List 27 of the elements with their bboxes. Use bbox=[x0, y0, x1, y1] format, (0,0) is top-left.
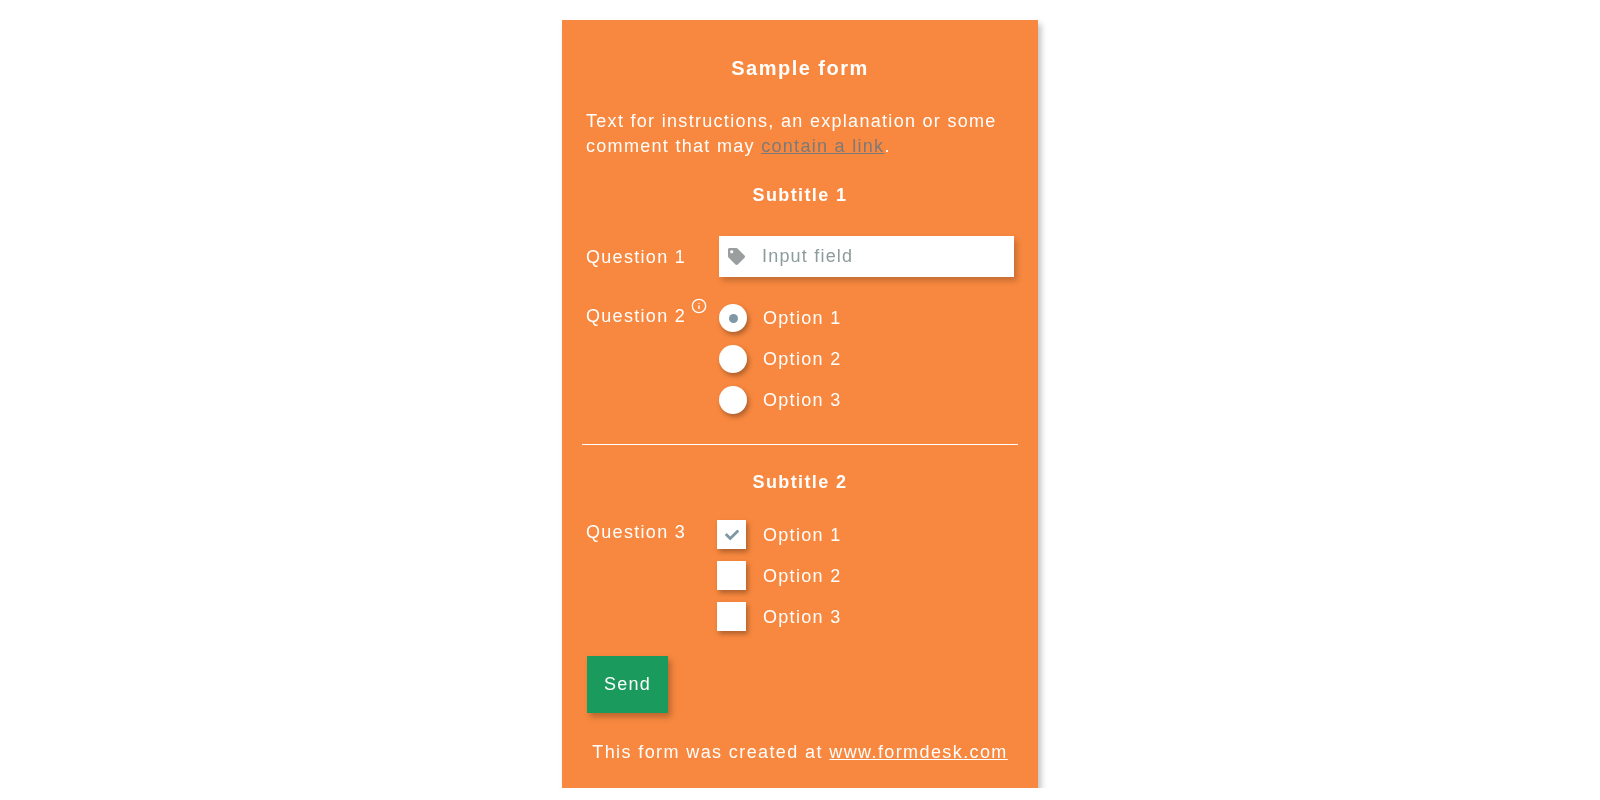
option-label[interactable]: Option 1 bbox=[763, 522, 842, 547]
footer-text: This form was created at www.formdesk.com bbox=[591, 741, 1009, 764]
radio-button[interactable] bbox=[719, 304, 747, 332]
option-label[interactable]: Option 2 bbox=[763, 347, 842, 371]
option-label[interactable]: Option 2 bbox=[763, 563, 842, 588]
section-subtitle: Subtitle 2 bbox=[751, 471, 849, 494]
question-label: Question 1 bbox=[586, 245, 687, 269]
info-icon[interactable] bbox=[691, 298, 708, 314]
radio-button[interactable] bbox=[719, 386, 747, 414]
question-label: Question 2 bbox=[586, 305, 687, 328]
question-label: Question 3 bbox=[586, 521, 687, 544]
check-icon bbox=[724, 527, 739, 542]
radio-button[interactable] bbox=[719, 345, 747, 373]
option-label[interactable]: Option 3 bbox=[763, 388, 842, 412]
form-title: Sample form bbox=[730, 56, 870, 80]
instructions-text: Text for instructions, an explanation or some comment that may contain a link. bbox=[586, 110, 998, 158]
send-button[interactable]: Send bbox=[587, 656, 668, 713]
input-field[interactable]: Input field bbox=[719, 236, 1014, 277]
section-subtitle: Subtitle 1 bbox=[751, 184, 849, 207]
instructions-link[interactable]: contain a link bbox=[761, 136, 885, 156]
option-label[interactable]: Option 3 bbox=[763, 604, 842, 629]
checkbox[interactable] bbox=[717, 602, 746, 631]
checkbox[interactable] bbox=[717, 520, 746, 549]
option-label[interactable]: Option 1 bbox=[763, 306, 842, 330]
footer-link[interactable]: www.formdesk.com bbox=[829, 742, 1008, 762]
checkbox[interactable] bbox=[717, 561, 746, 590]
tag-icon bbox=[728, 248, 745, 265]
